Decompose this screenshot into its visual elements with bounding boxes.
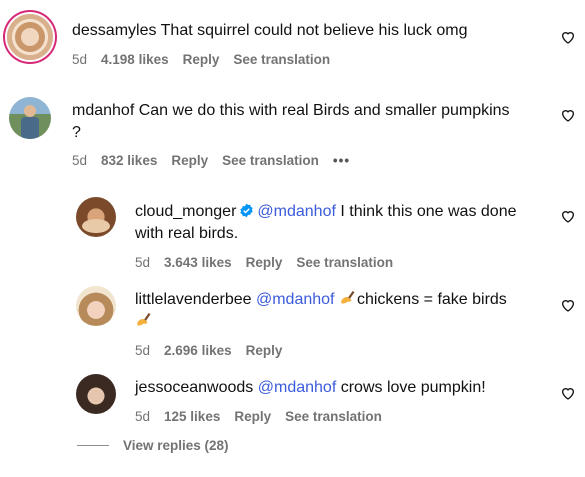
reply-button[interactable]: Reply bbox=[234, 409, 271, 424]
likes-count[interactable]: 3.643 likes bbox=[164, 255, 232, 270]
likes-count[interactable]: 2.696 likes bbox=[164, 343, 232, 358]
avatar[interactable] bbox=[76, 374, 116, 414]
reply-button[interactable]: Reply bbox=[246, 255, 283, 270]
see-translation-link[interactable]: See translation bbox=[222, 153, 319, 168]
likes-count[interactable]: 125 likes bbox=[164, 409, 220, 424]
reply-body: I think this one was done bbox=[340, 203, 517, 220]
timestamp: 5d bbox=[72, 52, 88, 67]
username[interactable]: dessamyles bbox=[72, 22, 156, 39]
divider-line bbox=[77, 445, 109, 446]
heart-icon[interactable] bbox=[560, 297, 576, 313]
timestamp: 5d bbox=[135, 343, 151, 358]
mention-link[interactable]: @mdanhof bbox=[257, 203, 336, 220]
reply-body: chickens = fake birds bbox=[356, 291, 507, 308]
more-options-icon[interactable]: ••• bbox=[333, 153, 350, 168]
username[interactable]: jessoceanwoods bbox=[135, 379, 253, 396]
reply-button[interactable]: Reply bbox=[246, 343, 283, 358]
avatar[interactable] bbox=[7, 14, 53, 60]
heart-icon[interactable] bbox=[560, 208, 576, 224]
mention-link[interactable]: @mdanhof bbox=[258, 379, 337, 396]
comment-body-cont: ? bbox=[72, 124, 81, 141]
reply-button[interactable]: Reply bbox=[183, 52, 220, 67]
writing-hand-emoji-icon bbox=[341, 291, 355, 304]
avatar[interactable] bbox=[76, 197, 116, 237]
timestamp: 5d bbox=[72, 153, 88, 168]
reply-meta: 5d 3.643 likes Reply See translation bbox=[135, 255, 407, 270]
comment-body: Can we do this with real Birds and small… bbox=[138, 102, 510, 119]
verified-badge-icon bbox=[240, 203, 254, 218]
reply-text: jessoceanwoods @mdanhof crows love pumpk… bbox=[135, 377, 545, 399]
comment-text: mdanhof Can we do this with real Birds a… bbox=[72, 100, 542, 144]
username[interactable]: cloud_monger bbox=[135, 203, 236, 220]
reply-meta: 5d 2.696 likes Reply bbox=[135, 343, 296, 358]
writing-hand-emoji-icon bbox=[137, 313, 151, 326]
timestamp: 5d bbox=[135, 255, 151, 270]
reply-text: littlelavenderbee @mdanhof chickens = fa… bbox=[135, 289, 545, 333]
see-translation-link[interactable]: See translation bbox=[285, 409, 382, 424]
reply-body-cont: with real birds. bbox=[135, 225, 239, 242]
mention-link[interactable]: @mdanhof bbox=[256, 291, 335, 308]
see-translation-link[interactable]: See translation bbox=[233, 52, 330, 67]
heart-icon[interactable] bbox=[560, 29, 576, 45]
likes-count[interactable]: 4.198 likes bbox=[101, 52, 169, 67]
avatar[interactable] bbox=[76, 286, 116, 326]
likes-count[interactable]: 832 likes bbox=[101, 153, 157, 168]
comment-body: That squirrel could not believe his luck… bbox=[160, 22, 468, 39]
view-replies-label[interactable]: View replies (28) bbox=[123, 438, 229, 453]
reply-meta: 5d 125 likes Reply See translation bbox=[135, 409, 396, 424]
avatar[interactable] bbox=[9, 97, 51, 139]
comment-meta: 5d 832 likes Reply See translation ••• bbox=[72, 153, 364, 168]
heart-icon[interactable] bbox=[560, 385, 576, 401]
reply-text: cloud_monger @mdanhof I think this one w… bbox=[135, 201, 545, 245]
comment-meta: 5d 4.198 likes Reply See translation bbox=[72, 52, 344, 67]
comment-text: dessamyles That squirrel could not belie… bbox=[72, 20, 467, 42]
username[interactable]: mdanhof bbox=[72, 102, 134, 119]
reply-button[interactable]: Reply bbox=[171, 153, 208, 168]
reply-body: crows love pumpkin! bbox=[340, 379, 486, 396]
username[interactable]: littlelavenderbee bbox=[135, 291, 252, 308]
heart-icon[interactable] bbox=[560, 107, 576, 123]
timestamp: 5d bbox=[135, 409, 151, 424]
view-replies-button[interactable]: View replies (28) bbox=[77, 438, 229, 453]
see-translation-link[interactable]: See translation bbox=[296, 255, 393, 270]
